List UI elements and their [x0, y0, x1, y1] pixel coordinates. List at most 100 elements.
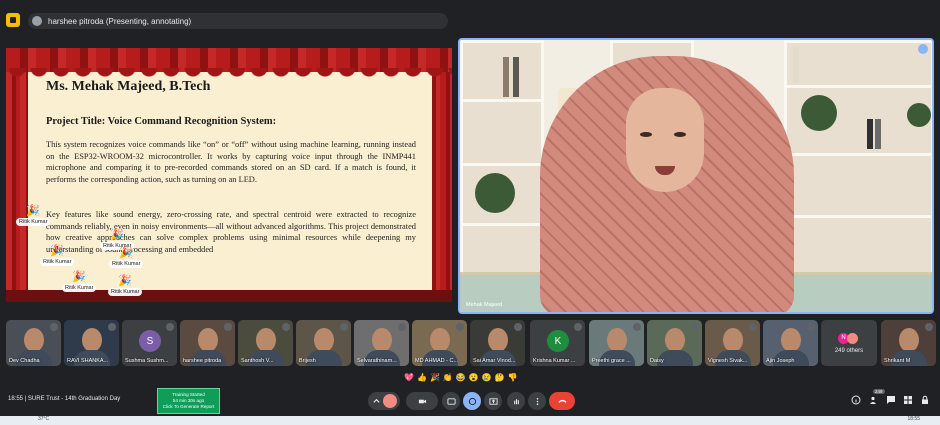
mic-off-icon	[282, 323, 290, 331]
avatar: K	[547, 330, 569, 352]
presentation-slide[interactable]: Ms. Mehak Majeed, B.Tech Project Title: …	[6, 48, 452, 302]
meeting-time: 18:55	[8, 396, 24, 402]
presenter-banner[interactable]: harshee pitroda (Presenting, annotating)	[28, 13, 448, 29]
participant-tile[interactable]: Sai Amar Vinod...	[470, 320, 525, 366]
more-options-button[interactable]	[528, 392, 546, 410]
participant-tile[interactable]: harshee pitroda	[180, 320, 235, 366]
meet-window: harshee pitroda (Presenting, annotating)…	[0, 0, 940, 425]
participant-name: Vignesh Sivak...	[708, 358, 748, 364]
party-icon[interactable]: 🎉	[430, 372, 440, 384]
control-bar: 18:55 | SURE Trust - 14th Graduation Day…	[0, 386, 940, 416]
reaction-bar: 💖 👍 🎉 👏 😂 😮 😢 🤔 👎	[404, 372, 518, 384]
participant-name: Santhosh V...	[241, 358, 274, 364]
speaker-video[interactable]: Mehak Majeed	[458, 38, 934, 314]
speaker-name: Mehak Majeed	[466, 302, 503, 308]
raise-hand-button[interactable]	[507, 392, 525, 410]
participant-tile[interactable]: MD AHMAD - C...	[412, 320, 467, 366]
meeting-info: 18:55 | SURE Trust - 14th Graduation Day	[8, 396, 121, 402]
thumbs-down-icon[interactable]: 👎	[508, 372, 518, 384]
participant-name: Daisy	[650, 358, 664, 364]
slide-heading: Ms. Mehak Majeed, B.Tech	[46, 79, 211, 94]
participant-name: Sai Amar Vinod...	[473, 358, 516, 364]
reaction-bubble: 🎉 Ritik Kumar	[109, 247, 144, 268]
party-icon: 🎉	[50, 245, 65, 257]
taskbar-clock: 18:55	[907, 416, 920, 422]
others-tile[interactable]: N 249 others	[821, 320, 877, 366]
chat-icon[interactable]	[886, 395, 896, 405]
reaction-name: Ritik Kumar	[62, 284, 97, 292]
mic-off-icon	[50, 323, 58, 331]
people-icon[interactable]	[869, 395, 879, 405]
pin-icon[interactable]	[918, 44, 928, 54]
participant-tile[interactable]: Vignesh Sivak...	[705, 320, 760, 366]
participant-tile[interactable]: Shrikant M	[881, 320, 936, 366]
surprised-icon[interactable]: 😮	[469, 372, 479, 384]
reaction-name: Ritik Kumar	[108, 288, 143, 296]
emoji-button[interactable]	[463, 392, 481, 410]
party-icon: 🎉	[26, 205, 41, 217]
heart-icon[interactable]: 💖	[404, 372, 414, 384]
activities-icon[interactable]	[903, 395, 913, 405]
participant-name: Preethi grace ...	[592, 358, 631, 364]
participant-tile[interactable]: S Sushma Sushm...	[122, 320, 177, 366]
lock-icon[interactable]	[920, 395, 930, 405]
participant-tile[interactable]: Brijesh	[296, 320, 351, 366]
meeting-title: SURE Trust - 14th Graduation Day	[27, 396, 121, 402]
info-icon[interactable]	[851, 395, 861, 405]
mic-button[interactable]	[368, 392, 400, 410]
mic-off-icon	[166, 323, 174, 331]
participant-tile[interactable]: K Krishna Kumar ...	[530, 320, 585, 366]
participant-name: Selvarathinam...	[357, 358, 397, 364]
mic-off-icon	[382, 394, 397, 408]
party-icon: 🎉	[72, 271, 87, 283]
thumbs-up-icon[interactable]: 👍	[417, 372, 427, 384]
training-report-button[interactable]: Training Started 54 min 30s ago Click To…	[157, 388, 220, 414]
leave-call-button[interactable]	[549, 392, 575, 410]
curtain-top	[6, 48, 452, 80]
emoji-icon	[468, 397, 476, 405]
participant-tile[interactable]: Dev Chadha	[6, 320, 61, 366]
reaction-bubble: 🎉 Ritik Kumar	[108, 275, 143, 296]
avatar: S	[139, 330, 161, 352]
reaction-bubble: 🎉 Ritik Kumar	[40, 245, 75, 266]
reaction-name: Ritik Kumar	[109, 260, 144, 268]
participant-tile[interactable]: RAVI SHANKA...	[64, 320, 119, 366]
present-screen-icon	[488, 397, 498, 405]
hang-up-icon	[557, 399, 567, 403]
participant-name: Krishna Kumar ...	[533, 358, 576, 364]
participant-tile[interactable]: Selvarathinam...	[354, 320, 409, 366]
reaction-name: Ritik Kumar	[16, 218, 51, 226]
mic-off-icon	[691, 323, 699, 331]
chevron-up-icon	[372, 398, 380, 403]
present-button[interactable]	[484, 392, 502, 410]
participant-name: Brijesh	[299, 358, 316, 364]
thinking-icon[interactable]: 🤔	[495, 372, 505, 384]
participant-tile[interactable]: Ajin Joseph	[763, 320, 818, 366]
reaction-name: Ritik Kumar	[40, 258, 75, 266]
party-icon: 🎉	[119, 247, 134, 259]
participant-name: MD AHMAD - C...	[415, 358, 459, 364]
party-icon: 🎉	[110, 229, 125, 241]
participant-tile[interactable]: Santhosh V...	[238, 320, 293, 366]
participant-tile[interactable]: Preethi grace ...	[589, 320, 644, 366]
clap-icon[interactable]: 👏	[443, 372, 453, 384]
mic-off-icon	[108, 323, 116, 331]
captions-button[interactable]	[442, 392, 460, 410]
avatar	[847, 332, 858, 344]
laugh-icon[interactable]: 😂	[456, 372, 466, 384]
participant-tile[interactable]: Daisy	[647, 320, 702, 366]
mic-off-icon	[574, 323, 582, 331]
presenter-avatar	[32, 16, 42, 26]
mic-off-icon	[514, 323, 522, 331]
slide-subtitle: Project Title: Voice Command Recognition…	[46, 116, 277, 127]
participant-name: Shrikant M	[884, 358, 911, 364]
captions-icon	[446, 397, 456, 405]
party-icon: 🎉	[118, 275, 133, 287]
sad-icon[interactable]: 😢	[482, 372, 492, 384]
camera-button[interactable]	[406, 392, 438, 410]
weather-label: 37°C	[38, 416, 50, 422]
participant-name: Dev Chadha	[9, 358, 40, 364]
mic-off-icon	[224, 323, 232, 331]
participant-count-badge: 249	[873, 389, 885, 394]
meet-logo-icon	[6, 13, 20, 27]
